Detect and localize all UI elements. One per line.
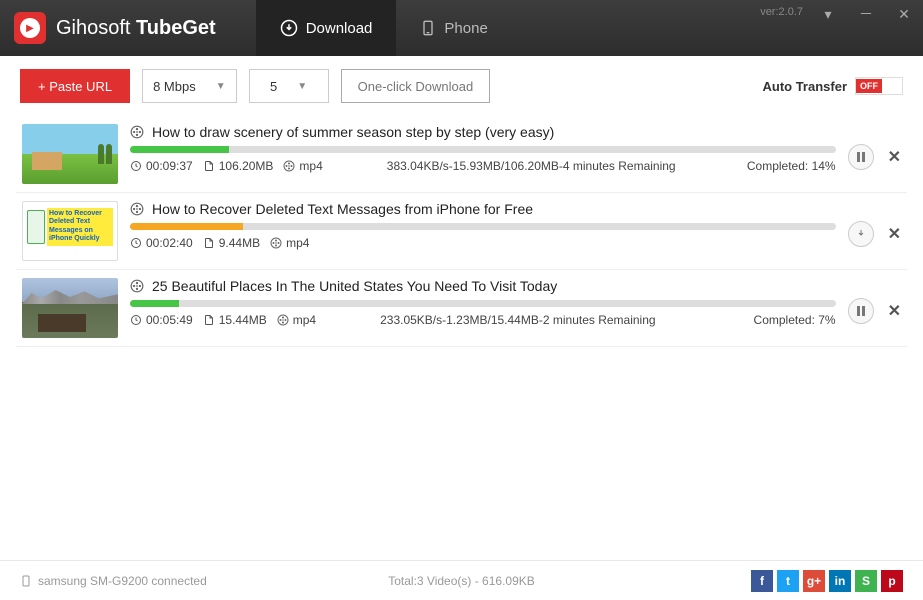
phone-icon bbox=[20, 575, 32, 587]
progress-bar bbox=[130, 223, 836, 230]
tab-phone[interactable]: Phone bbox=[396, 0, 511, 56]
social-google-plus-button[interactable]: g+ bbox=[803, 570, 825, 592]
tab-phone-label: Phone bbox=[444, 20, 487, 37]
chevron-down-button[interactable]: ▾ bbox=[809, 0, 847, 28]
window-controls: ▾ － ✕ bbox=[809, 0, 923, 28]
duration: 00:02:40 bbox=[146, 236, 193, 250]
speed-dropdown[interactable]: 8 Mbps▼ bbox=[142, 69, 237, 103]
file-size: 15.44MB bbox=[219, 313, 267, 327]
app-brand: Gihosoft TubeGet bbox=[56, 17, 216, 40]
social-stumbleupon-button[interactable]: S bbox=[855, 570, 877, 592]
format: mp4 bbox=[286, 236, 309, 250]
remove-button[interactable]: ✕ bbox=[888, 147, 901, 167]
clock-icon bbox=[130, 160, 142, 172]
film-reel-icon bbox=[130, 202, 144, 216]
tab-bar: Download Phone bbox=[256, 0, 512, 56]
video-title: 25 Beautiful Places In The United States… bbox=[152, 278, 557, 294]
format: mp4 bbox=[299, 159, 322, 173]
video-title: How to Recover Deleted Text Messages fro… bbox=[152, 201, 533, 217]
progress-bar bbox=[130, 300, 836, 307]
file-icon bbox=[203, 160, 215, 172]
video-thumbnail bbox=[22, 124, 118, 184]
titlebar: Gihosoft TubeGet Download Phone ver:2.0.… bbox=[0, 0, 923, 56]
footer: samsung SM-G9200 connected Total:3 Video… bbox=[0, 560, 923, 600]
duration: 00:05:49 bbox=[146, 313, 193, 327]
app-logo-icon bbox=[14, 12, 46, 44]
tab-download[interactable]: Download bbox=[256, 0, 397, 56]
film-reel-icon bbox=[283, 160, 295, 172]
speed-status: 383.04KB/s-15.93MB/106.20MB-4 minutes Re… bbox=[387, 159, 676, 173]
device-status: samsung SM-G9200 connected bbox=[20, 574, 207, 588]
toolbar: + Paste URL 8 Mbps▼ 5▼ One-click Downloa… bbox=[0, 56, 923, 116]
download-list: How to draw scenery of summer season ste… bbox=[0, 116, 923, 576]
pause-button[interactable] bbox=[848, 144, 874, 170]
speed-status: 233.05KB/s-1.23MB/15.44MB-2 minutes Rema… bbox=[380, 313, 655, 327]
file-size: 106.20MB bbox=[219, 159, 274, 173]
file-icon bbox=[203, 237, 215, 249]
remove-button[interactable]: ✕ bbox=[888, 301, 901, 321]
download-item: How to Recover Deleted Text Messages fro… bbox=[16, 193, 907, 270]
download-button[interactable] bbox=[848, 221, 874, 247]
phone-icon bbox=[420, 20, 436, 36]
chevron-down-icon: ▼ bbox=[297, 81, 307, 92]
download-item: How to draw scenery of summer season ste… bbox=[16, 116, 907, 193]
version-label: ver:2.0.7 bbox=[760, 6, 803, 18]
chevron-down-icon: ▼ bbox=[216, 81, 226, 92]
social-twitter-button[interactable]: t bbox=[777, 570, 799, 592]
auto-transfer-toggle[interactable]: OFF bbox=[855, 77, 903, 95]
one-click-download-button[interactable]: One-click Download bbox=[341, 69, 491, 103]
social-linkedin-button[interactable]: in bbox=[829, 570, 851, 592]
paste-url-button[interactable]: + Paste URL bbox=[20, 69, 130, 103]
file-icon bbox=[203, 314, 215, 326]
minimize-button[interactable]: － bbox=[847, 0, 885, 28]
close-button[interactable]: ✕ bbox=[885, 0, 923, 28]
count-dropdown[interactable]: 5▼ bbox=[249, 69, 329, 103]
tab-download-label: Download bbox=[306, 20, 373, 37]
film-reel-icon bbox=[130, 125, 144, 139]
file-size: 9.44MB bbox=[219, 236, 260, 250]
auto-transfer: Auto Transfer OFF bbox=[762, 77, 903, 95]
duration: 00:09:37 bbox=[146, 159, 193, 173]
completed-status: Completed: 14% bbox=[747, 159, 836, 173]
format: mp4 bbox=[293, 313, 316, 327]
social-facebook-button[interactable]: f bbox=[751, 570, 773, 592]
auto-transfer-label: Auto Transfer bbox=[762, 79, 847, 94]
clock-icon bbox=[130, 237, 142, 249]
film-reel-icon bbox=[130, 279, 144, 293]
remove-button[interactable]: ✕ bbox=[888, 224, 901, 244]
social-pinterest-button[interactable]: p bbox=[881, 570, 903, 592]
video-thumbnail bbox=[22, 201, 118, 261]
film-reel-icon bbox=[270, 237, 282, 249]
completed-status: Completed: 7% bbox=[754, 313, 836, 327]
clock-icon bbox=[130, 314, 142, 326]
film-reel-icon bbox=[277, 314, 289, 326]
download-icon bbox=[280, 19, 298, 37]
totals-label: Total:3 Video(s) - 616.09KB bbox=[388, 574, 535, 588]
pause-button[interactable] bbox=[848, 298, 874, 324]
progress-bar bbox=[130, 146, 836, 153]
social-links: ftg+inSp bbox=[751, 570, 903, 592]
video-thumbnail bbox=[22, 278, 118, 338]
download-item: 25 Beautiful Places In The United States… bbox=[16, 270, 907, 347]
video-title: How to draw scenery of summer season ste… bbox=[152, 124, 554, 140]
